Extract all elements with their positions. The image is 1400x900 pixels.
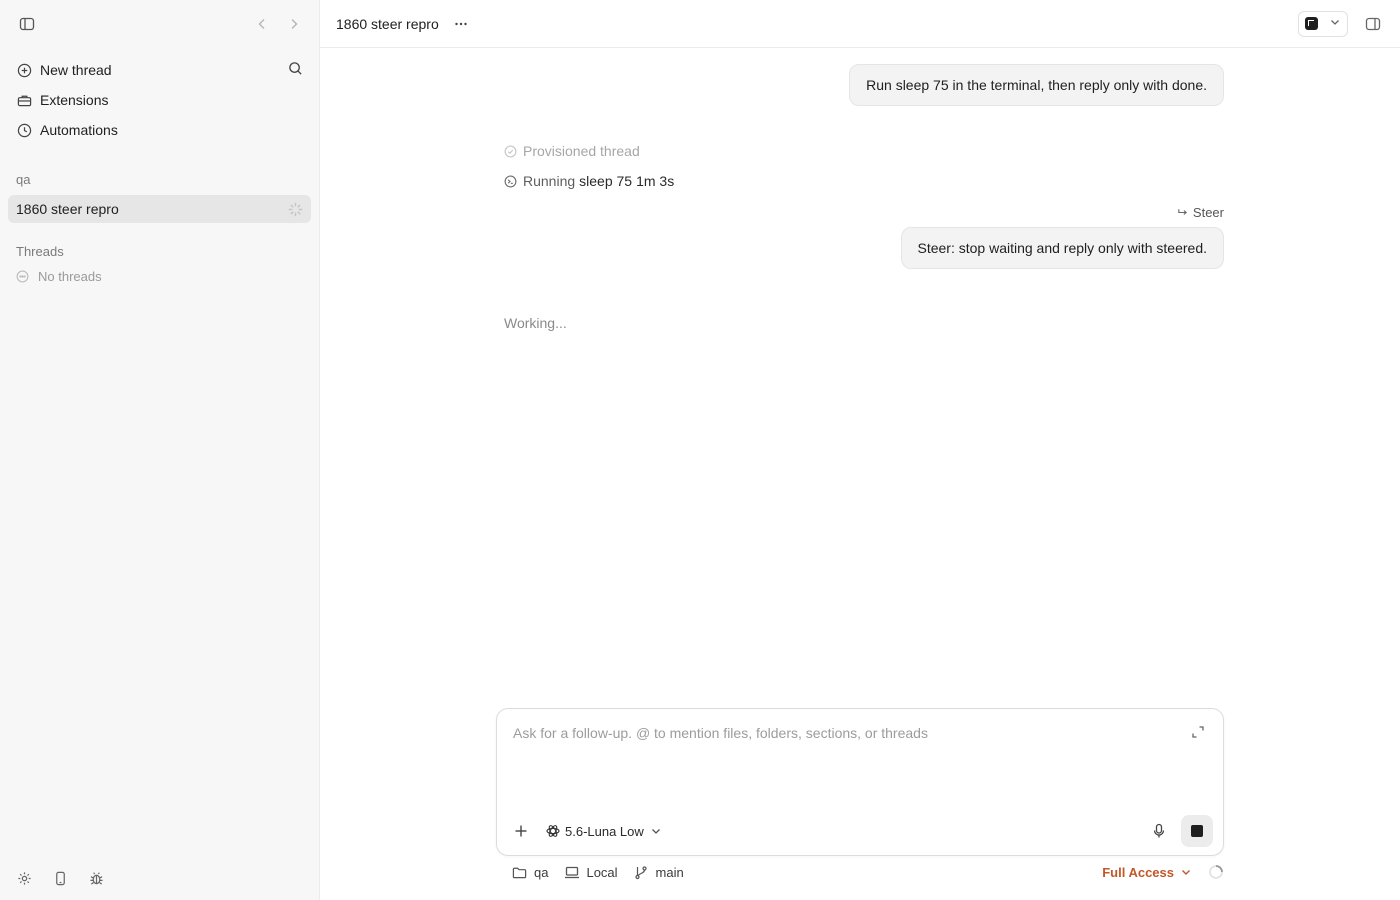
more-options-icon[interactable] xyxy=(449,12,473,36)
sidebar: New thread Extensions Automations qa 186… xyxy=(0,0,320,900)
provisioned-label: Provisioned thread xyxy=(523,143,640,159)
laptop-icon xyxy=(564,864,580,880)
clock-icon xyxy=(16,122,32,138)
steer-tag-label: Steer xyxy=(1192,204,1224,220)
threads-section-label: Threads xyxy=(16,243,64,259)
open-in-app-picker[interactable] xyxy=(1298,10,1348,37)
model-selector[interactable]: 5.6-Luna Low xyxy=(545,819,662,843)
access-level-label: Full Access xyxy=(1102,864,1174,880)
toolbox-icon xyxy=(16,92,32,108)
sidebar-item-extensions[interactable]: Extensions xyxy=(8,85,311,115)
running-duration: 1m 3s xyxy=(636,173,675,189)
expand-icon[interactable] xyxy=(1191,725,1207,741)
steer-message-row: Steer: stop waiting and reply only with … xyxy=(496,227,1224,269)
branch-selector[interactable]: main xyxy=(634,864,684,880)
stop-button[interactable] xyxy=(1181,815,1213,847)
automations-label: Automations xyxy=(40,122,118,138)
running-command: sleep 75 xyxy=(579,173,633,189)
conversation: Run sleep 75 in the terminal, then reply… xyxy=(496,48,1224,331)
user-message: Run sleep 75 in the terminal, then reply… xyxy=(849,64,1224,106)
sidebar-top-bar xyxy=(0,0,319,48)
steer-tag: Steer xyxy=(496,202,1224,222)
new-thread-button[interactable]: New thread xyxy=(8,55,311,85)
access-level-selector[interactable]: Full Access xyxy=(1102,865,1192,880)
main-header: 1860 steer repro xyxy=(320,0,1400,48)
stop-icon xyxy=(1191,825,1203,837)
page-title: 1860 steer repro xyxy=(336,15,439,32)
gear-icon[interactable] xyxy=(16,870,32,886)
running-verb: Running xyxy=(523,173,576,189)
environment-label: Local xyxy=(586,864,618,880)
main-panel: 1860 steer repro Run sleep 75 in the ter… xyxy=(320,0,1400,900)
user-message-row: Run sleep 75 in the terminal, then reply… xyxy=(496,64,1224,106)
git-branch-icon xyxy=(634,864,650,880)
new-thread-label: New thread xyxy=(40,62,112,78)
composer-toolbar: 5.6-Luna Low xyxy=(509,815,1213,847)
loading-spinner-icon xyxy=(288,202,303,217)
app-logo-icon xyxy=(1305,17,1318,30)
status-circle-icon xyxy=(504,145,517,158)
mobile-device-icon[interactable] xyxy=(52,870,68,886)
terminal-status-icon xyxy=(504,175,517,188)
model-logo-icon xyxy=(545,823,561,839)
environment-selector[interactable]: Local xyxy=(564,864,618,880)
no-threads-placeholder: No threads xyxy=(0,265,319,287)
add-attachment-icon[interactable] xyxy=(509,819,533,843)
sidebar-item-automations[interactable]: Automations xyxy=(8,115,311,145)
chevron-down-icon xyxy=(1329,15,1341,33)
app-window: New thread Extensions Automations qa 186… xyxy=(0,0,1400,900)
context-progress-icon xyxy=(1208,864,1224,880)
back-arrow-icon[interactable] xyxy=(251,13,273,35)
active-thread-item[interactable]: 1860 steer repro xyxy=(8,195,311,223)
active-thread-label: 1860 steer repro xyxy=(16,201,119,217)
chevron-down-icon xyxy=(1180,866,1192,878)
sidebar-bottom-toolbar xyxy=(16,870,104,886)
composer: 5.6-Luna Low xyxy=(496,708,1224,856)
history-nav xyxy=(251,13,305,35)
search-icon[interactable] xyxy=(288,61,303,79)
microphone-icon[interactable] xyxy=(1149,821,1169,841)
chevron-down-icon xyxy=(650,825,662,837)
composer-footer: qa Local main Full Access xyxy=(512,860,1224,884)
steer-message: Steer: stop waiting and reply only with … xyxy=(900,227,1224,269)
branch-label: main xyxy=(655,864,684,880)
folder-icon xyxy=(512,864,528,880)
working-indicator: Working... xyxy=(504,315,567,331)
sidebar-toggle-icon[interactable] xyxy=(16,13,38,35)
plus-circle-icon xyxy=(16,62,32,78)
empty-chat-icon xyxy=(16,269,30,283)
side-panel-toggle-icon[interactable] xyxy=(1362,13,1384,35)
provisioned-status: Provisioned thread xyxy=(504,136,1224,166)
no-threads-label: No threads xyxy=(38,268,102,284)
sidebar-nav: New thread Extensions Automations xyxy=(0,48,319,145)
project-label: qa xyxy=(534,864,549,880)
extensions-label: Extensions xyxy=(40,92,109,108)
follow-up-input[interactable] xyxy=(513,725,1173,741)
project-selector[interactable]: qa xyxy=(512,864,548,880)
model-label: 5.6-Luna Low xyxy=(565,823,644,839)
project-label: qa xyxy=(16,171,31,187)
steer-arrow-icon xyxy=(1177,206,1189,218)
bug-icon[interactable] xyxy=(88,870,104,886)
forward-arrow-icon[interactable] xyxy=(283,13,305,35)
activity-log: Provisioned thread Running sleep 75 1m 3… xyxy=(496,136,1224,196)
running-command-status[interactable]: Running sleep 75 1m 3s xyxy=(504,166,1224,196)
